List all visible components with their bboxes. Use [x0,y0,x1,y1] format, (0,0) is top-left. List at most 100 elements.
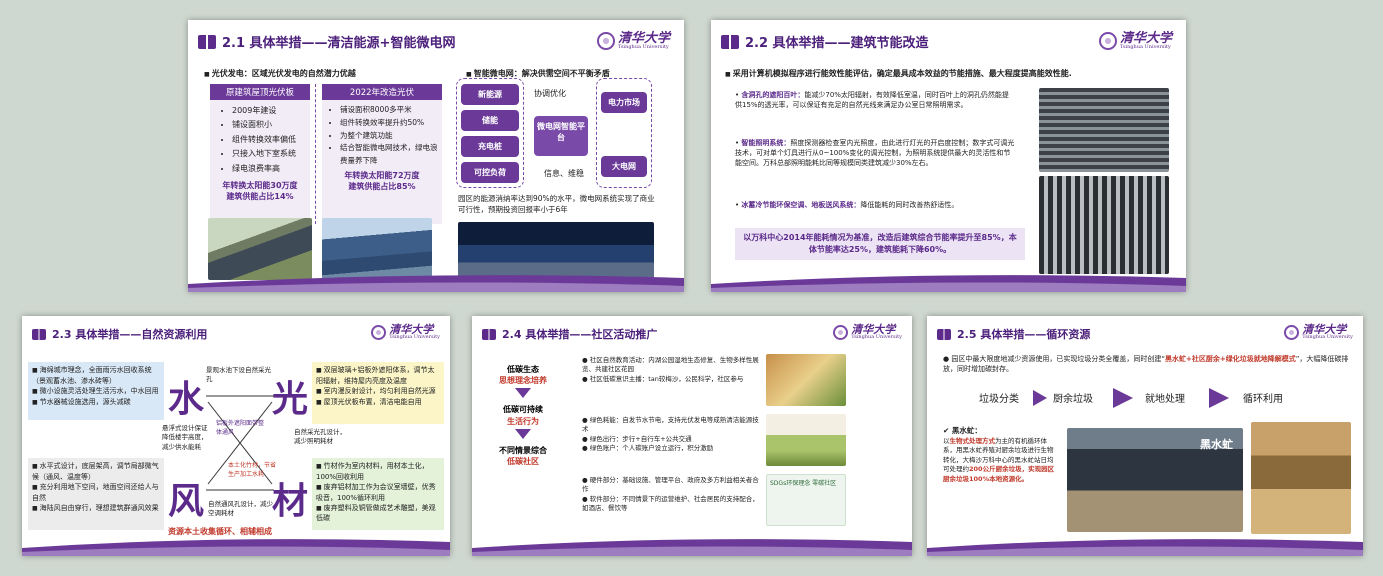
wind-panel: 水平式设计，底层架高，调节局部微气候（通风、温度等） 充分利用地下空间，地面空间… [28,458,164,530]
cross-label-1: 铝板外遮阳面带整体通风 [216,420,265,436]
measure-1: • 含洞孔的遮阳百叶：能减少70%太阳辐射，有效降低室温，同时百叶上的洞孔仍然能… [735,91,1009,110]
light-item: 室内漫反射设计，均匀利用自然光源 [316,386,440,397]
louver-closeup-photo [1039,176,1169,274]
down-arrow-icon [515,428,531,439]
measure-1-lead: 含洞孔的遮阳百叶： [741,91,805,99]
book-icon [937,328,951,340]
bsf-station-photo: 黑水虻 [1067,428,1243,532]
logo-sub: Tsinghua University [617,44,669,50]
activity-text: 硬件部分：基础设施、管理平台、政府及多方利益相关者合作 [582,476,759,494]
microgrid-platform: 微电网智能平台 [534,116,588,156]
new-pv-list: 铺设面积8000多平米 组件转换效率提升约50% 为整个建筑功能 结合智能微电网… [322,104,442,168]
louver-photo [1039,88,1169,172]
info-label: 信息、维稳 [544,169,584,178]
slide-2-2[interactable]: 2.2 具体举措——建筑节能改造 清华大学 Tsinghua University… [711,20,1186,292]
activity-text: 社区低碳意识主播：tan较梅沙，公民科学，社区参与 [589,374,744,383]
bsf-larvae-photo [1251,422,1351,534]
slide-title-text: 2.4 具体举措——社区活动推广 [502,328,658,341]
intro-text: 采用计算机模拟程序进行能效性能评估，确定最具成本效益的节能措施、最大程度提高能效… [725,68,1175,80]
flow-step-1-title: 低碳生态 [507,365,539,374]
slide-2-4[interactable]: 2.4 具体举措——社区活动推广 清华大学 Tsinghua University… [472,316,912,556]
bsf-heading-text: 黑水虻： [951,426,982,435]
flow-step-1-sub: 思想理念培养 [499,376,547,386]
intro-text: ● 园区中最大限度地减少资源使用，已实现垃圾分类全覆盖，同时创建“黑水虻+社区厨… [943,355,1349,374]
bsf-description: ✔ 黑水虻： 以生物式处理方式为主的有机循环体系，用黑水虻养殖对厨余垃圾进行生物… [943,426,1055,484]
seal-icon [833,324,849,340]
activity-photo-1 [766,354,846,406]
old-pv-item: 组件转换效率偏低 [232,133,310,147]
new-pv-tag: 2022年改造光伏 [322,84,442,100]
slide-footer [188,272,684,292]
step-recycle: 循环利用 [1243,394,1283,405]
bsf-highlight: 生物式处理方式 [949,436,996,445]
charging-pill: 充电桩 [461,136,519,157]
water-item: 节水器械设施选用，源头减碳 [32,397,160,408]
material-panel: 竹材作为室内材料，用材本土化，100%回收利用 废弃铝材加工作为会议室墙壁，优秀… [312,458,444,530]
wind-item: 水平式设计，底层架高，调节局部微气候（通风、温度等） [32,461,160,482]
activity-group-2: ● 绿色耗能：自发节水节电，支持光伏发电等成熟清洁能源技术 ● 绿色出行：步行+… [582,416,762,454]
slide-footer [22,536,450,556]
old-pv-item: 只接入地下室系统 [232,147,310,161]
slide-overview-canvas: 2.1 具体举措——清洁能源+智能微电网 清华大学 Tsinghua Univer… [0,0,1383,576]
wind-char: 风 [168,480,205,522]
water-item: 海绵城市理念，全面雨污水回收系统（景观蓄水池、渗水砖等） [32,365,160,386]
book-icon [721,34,739,49]
seal-icon [371,324,387,340]
slide-footer [711,272,1186,292]
old-pv-panel: 原建筑屋顶光伏板 2009年建设 铺设面积小 组件转换效率偏低 只接入地下室系统… [210,84,310,224]
old-pv-result: 年转换太阳能30万度 [222,180,298,190]
old-pv-tag: 原建筑屋顶光伏板 [210,84,310,100]
new-pv-result: 年转换太阳能72万度 [344,170,420,180]
slide-title: 2.5 具体举措——循环资源 [937,326,1090,342]
old-pv-share: 建筑供能占比14% [226,191,294,201]
slide-title: 2.1 具体举措——清洁能源+智能微电网 [198,32,455,51]
slide-footer [927,536,1363,556]
right-connector-label: 自然采光孔设计，减少照明耗材 [294,428,346,446]
new-pv-item: 组件转换效率提升约50% [340,117,442,130]
photo-caption: SDGs环保理念 零碳社区 [770,480,837,487]
activity-item: ● 社区自然教育活动：内湖公园湿地生态修复、生物多样性展览、共建社区花园 [582,356,759,374]
old-pv-item: 铺设面积小 [232,118,310,132]
activity-item: ● 软件部分：不同情景下的运营维护、社会居民的支持配合，如酒店、餐饮等 [582,494,759,513]
slide-title-text: 2.5 具体举措——循环资源 [957,328,1091,341]
measure-3-lead: 冰蓄冷节能环保空调、地板送风系统： [741,201,861,209]
wind-item: 海陆风自由穿行，理想建筑群通风效果 [32,503,160,514]
slide-2-1[interactable]: 2.1 具体举措——清洁能源+智能微电网 清华大学 Tsinghua Univer… [188,20,684,292]
storage-pill: 储能 [461,110,519,131]
old-pv-item: 2009年建设 [232,104,310,118]
activity-photo-3: SDGs环保理念 零碳社区 [766,474,846,526]
water-panel: 海绵城市理念，全面雨污水回收系统（景观蓄水池、渗水砖等） 微小设施灵活处理生活污… [28,362,164,420]
old-pv-photo [208,218,312,280]
activity-text: 社区自然教育活动：内湖公园湿地生态修复、生物多样性展览、共建社区花园 [582,356,759,374]
activity-item: ● 绿色账户：个人碳账户设立运行，积分激励 [582,444,714,453]
activity-group-1: ● 社区自然教育活动：内湖公园湿地生态修复、生物多样性展览、共建社区花园 ● 社… [582,356,762,384]
activity-item: ● 社区低碳意识主播：tan较梅沙，公民科学，社区参与 [582,374,744,383]
book-icon [32,328,46,340]
new-pv-panel: 2022年改造光伏 铺设面积8000多平米 组件转换效率提升约50% 为整个建筑… [322,84,442,224]
measure-3-text: 降低能耗的同时改善热舒适性。 [860,201,959,209]
bsf-poster-text: 黑水虻 [1200,438,1233,451]
tsinghua-logo: 清华大学 Tsinghua University [371,324,440,340]
water-item: 微小设施灵活处理生活污水，中水回用 [32,386,160,397]
water-char: 水 [168,378,205,420]
relation-arrows [206,395,274,491]
coord-label: 协调优化 [534,89,566,98]
light-item: 屋顶光伏板布置，清洁电能自用 [316,397,440,408]
down-arrow-icon [515,388,531,399]
new-energy-pill: 新能源 [461,84,519,105]
seal-icon [1284,324,1300,340]
new-pv-item: 结合智能微电网技术，绿电浪费量养下降 [340,142,442,168]
activity-item: ● 硬件部分：基础设施、管理平台、政府及多方利益相关者合作 [582,476,759,494]
load-pill: 可控负荷 [461,162,519,183]
flow-step-2-title: 低碳可持续 [503,405,543,415]
panel-divider [315,84,316,224]
slide-2-5[interactable]: 2.5 具体举措——循环资源 清华大学 Tsinghua University ●… [927,316,1363,556]
activity-item: ● 绿色出行：步行+自行车+公共交通 [582,434,692,443]
logo-sub: Tsinghua University [389,334,440,340]
activity-text: 绿色账户：个人碳账户设立运行，积分激励 [589,444,714,453]
measure-3: • 冰蓄冷节能环保空调、地板送风系统：降低能耗的同时改善热舒适性。 [735,201,959,209]
slide-2-3[interactable]: 2.3 具体举措——自然资源利用 清华大学 Tsinghua University… [22,316,450,556]
flow-column: 低碳生态 思想理念培养 低碳可持续 生活行为 不同情景综合 低碳社区 [490,364,556,467]
top-connector-label: 景观水池下设自然采光孔 [206,366,271,384]
energy-saving-highlight: 以万科中心2014年能耗情况为基准，改造后建筑综合节能率提升至85%，本体节能率… [735,228,1025,260]
